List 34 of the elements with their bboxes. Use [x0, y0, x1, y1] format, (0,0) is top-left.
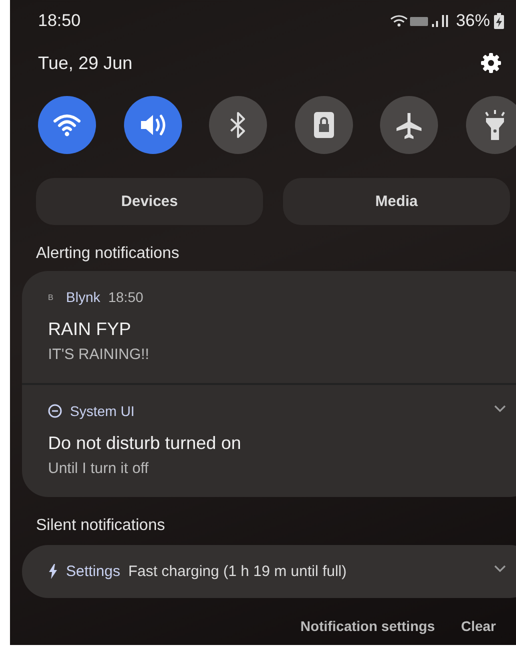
do-not-disturb-icon: [48, 404, 62, 418]
notification-title: Do not disturb turned on: [48, 433, 242, 454]
date: Tue, 29 Jun: [38, 52, 132, 74]
footer-button[interactable]: Clear: [460, 618, 496, 634]
section-title: Alerting notifications: [35, 244, 180, 263]
lightning-icon: [48, 564, 58, 579]
chevron-down-icon[interactable]: [494, 405, 506, 413]
speaker-icon: [138, 112, 167, 138]
notification-card[interactable]: Settings Fast charging (1 h 19 m until full): [22, 545, 516, 598]
section-title: Silent notifications: [35, 516, 166, 535]
settings-icon[interactable]: [480, 52, 502, 74]
charging-battery-icon: [494, 13, 504, 29]
notification-text: Until I turn it off: [48, 460, 150, 477]
wifi-icon: [53, 113, 81, 137]
app-name: Settings: [66, 563, 120, 580]
app-icon: B: [48, 292, 58, 302]
chevron-down-icon[interactable]: [494, 565, 506, 573]
lock-screen-icon: [312, 111, 335, 139]
footer-button[interactable]: Notification settings: [300, 618, 435, 634]
notification-text: IT'S RAINING!!: [48, 346, 150, 363]
notification-card[interactable]: B Blynk 18:50 RAIN FYP IT'S RAINING!! System UI Do not disturb turned on Until I turn it off: [22, 271, 516, 497]
app-name: Blynk: [66, 289, 100, 305]
notification-time: 18:50: [108, 289, 144, 305]
panel-button[interactable]: Media: [283, 178, 510, 225]
quick-setting-toggle[interactable]: [466, 96, 516, 154]
bluetooth-icon: [229, 111, 248, 139]
airplane-icon: [395, 111, 424, 139]
panel-button[interactable]: Devices: [36, 178, 263, 225]
notification-text: Fast charging (1 h 19 m until full): [128, 563, 347, 580]
flashlight-icon: [484, 110, 506, 140]
clock: 18:50: [38, 11, 81, 31]
app-name: System UI: [70, 403, 135, 419]
notification-title: RAIN FYP: [48, 319, 132, 340]
battery-percentage: 36%: [456, 11, 490, 31]
